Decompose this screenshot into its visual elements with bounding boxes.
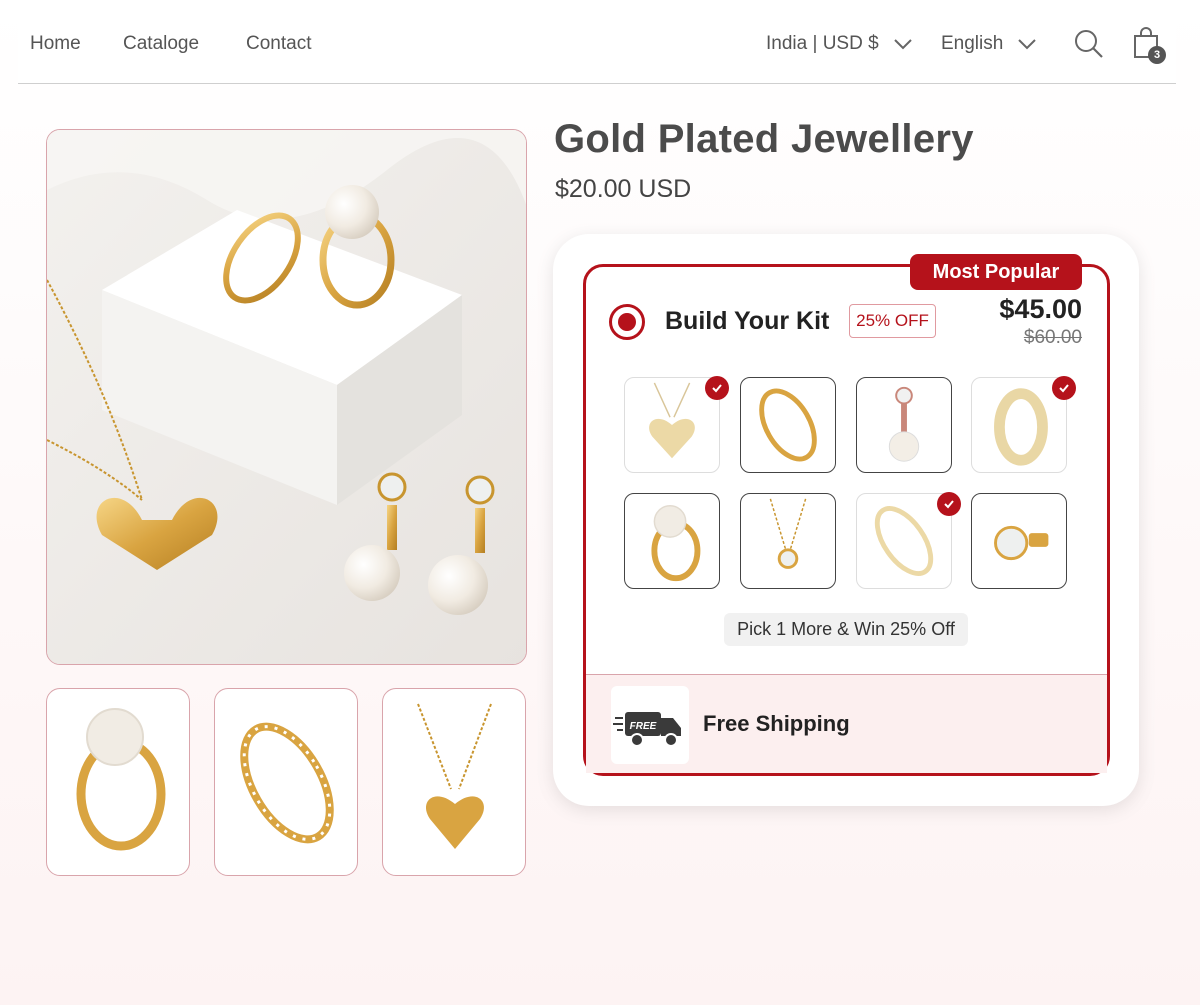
diamond-band-ring-icon <box>240 722 334 844</box>
language-label: English <box>941 33 1004 54</box>
selected-check-icon <box>937 492 961 516</box>
pearl-drop-earring-icon <box>888 386 920 462</box>
most-popular-ribbon: Most Popular <box>910 254 1082 290</box>
language-selector[interactable]: English <box>941 33 1037 55</box>
product-price: $20.00 USD <box>555 175 692 203</box>
product-title: Gold Plated Jewellery <box>554 117 974 161</box>
kit-item-pearl-ring[interactable] <box>624 493 720 589</box>
free-shipping-label: Free Shipping <box>703 711 850 736</box>
kit-price: $45.00 <box>999 294 1082 324</box>
discount-badge: 25% OFF <box>849 304 936 338</box>
nav-contact-link[interactable]: Contact <box>246 33 311 55</box>
heart-pendant-icon <box>417 703 492 849</box>
chevron-down-icon <box>1018 39 1037 50</box>
kit-item-pearl-earring[interactable] <box>856 377 952 473</box>
solitaire-necklace-icon <box>769 498 807 569</box>
pearl-ring-icon <box>651 505 701 582</box>
jewellery-photo <box>47 130 526 664</box>
search-icon[interactable] <box>1074 29 1104 59</box>
stud-earrings-icon <box>994 525 1049 561</box>
kit-item-diamond-band[interactable] <box>740 377 836 473</box>
kit-item-heart-pendant[interactable] <box>624 376 729 473</box>
top-navigation: Home Cataloge Contact India | USD $ Engl… <box>18 0 1176 84</box>
diamond-band-ring-icon <box>759 388 817 462</box>
kit-item-gold-band[interactable] <box>971 376 1076 473</box>
product-main-image[interactable] <box>46 129 527 665</box>
kit-item-eternity-ring[interactable] <box>856 492 961 589</box>
pearl-ring-icon <box>76 708 166 851</box>
kit-radio-button[interactable] <box>609 304 645 340</box>
region-label: India | USD $ <box>766 33 879 54</box>
thumbnail-diamond-band[interactable] <box>214 688 358 876</box>
kit-item-stud-earrings[interactable] <box>971 493 1067 589</box>
cart-count-badge: 3 <box>1148 46 1166 64</box>
bundle-progress-hint: Pick 1 More & Win 25% Off <box>724 613 968 646</box>
free-badge-text: FREE <box>630 721 657 732</box>
nav-catalog-link[interactable]: Cataloge <box>123 33 199 55</box>
thumbnail-heart-necklace[interactable] <box>382 688 526 876</box>
kit-item-solitaire-necklace[interactable] <box>740 493 836 589</box>
kit-title: Build Your Kit <box>665 307 830 335</box>
region-selector[interactable]: India | USD $ <box>766 33 913 55</box>
chevron-down-icon <box>893 39 912 50</box>
delivery-truck-icon: FREE <box>611 686 689 764</box>
kit-compare-price: $60.00 <box>1023 327 1082 348</box>
cart-icon[interactable]: 3 <box>1132 26 1166 64</box>
selected-check-icon <box>705 376 729 400</box>
selected-check-icon <box>1052 376 1076 400</box>
nav-home-link[interactable]: Home <box>30 33 81 55</box>
thumbnail-pearl-ring[interactable] <box>46 688 190 876</box>
